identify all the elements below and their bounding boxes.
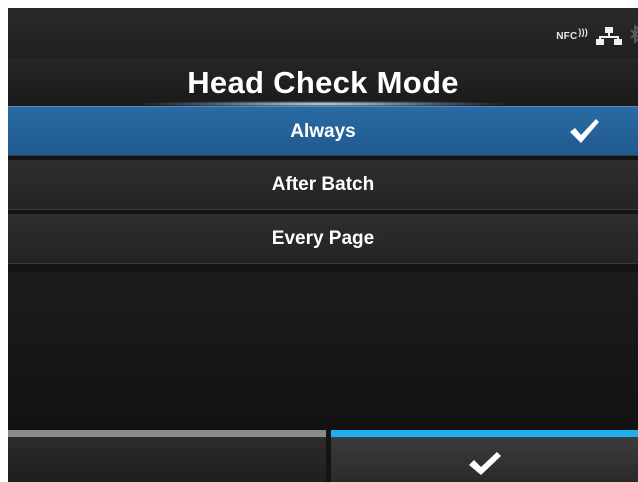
checkmark-icon [467, 451, 503, 482]
title-bar: Head Check Mode [8, 58, 638, 106]
printer-screen: NFC))) Head Check Mode Always After Batc… [8, 8, 638, 482]
bluetooth-icon [630, 25, 638, 47]
option-every-page[interactable]: Every Page [8, 214, 638, 264]
option-label: Every Page [271, 228, 375, 249]
option-always[interactable]: Always [8, 106, 638, 156]
option-list: Always After Batch Every Page [8, 106, 638, 268]
nfc-label: NFC [556, 30, 578, 42]
option-label: After Batch [271, 174, 375, 195]
checkmark-icon [568, 117, 600, 150]
back-button[interactable] [8, 430, 326, 482]
page-title: Head Check Mode [187, 65, 459, 100]
ok-button[interactable] [331, 430, 638, 482]
option-after-batch[interactable]: After Batch [8, 160, 638, 210]
nfc-icon: NFC))) [556, 26, 588, 42]
empty-list-area [8, 272, 638, 432]
status-icons: NFC))) [556, 25, 638, 47]
wired-network-icon [596, 27, 622, 45]
status-bar: NFC))) [8, 8, 638, 58]
option-label: Always [290, 121, 356, 142]
